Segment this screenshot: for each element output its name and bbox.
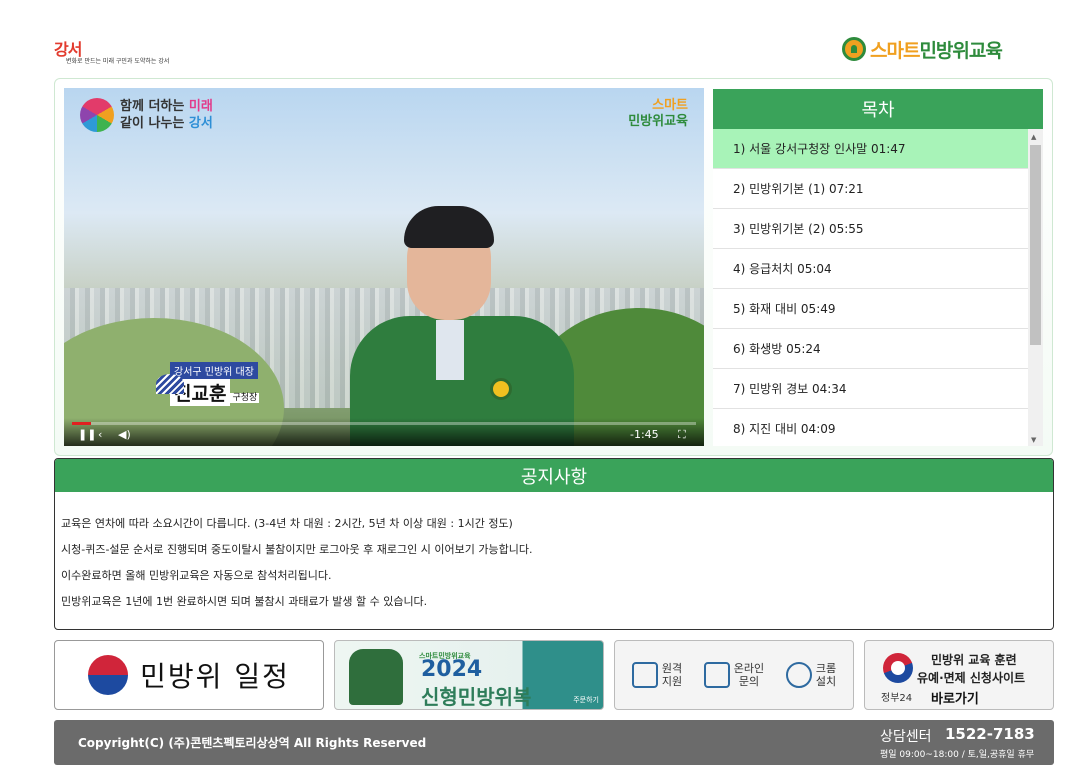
government-emblem-icon [883,653,913,683]
uniform-banner-name: 신형민방위복 [421,685,532,709]
scroll-down-icon[interactable]: ▼ [1031,436,1036,444]
call-center-label: 상담센터 [880,729,932,745]
support-banner: 원격 지원 온라인 문의 크롬 설치 [614,640,854,710]
toc-item[interactable]: 1) 서울 강서구청장 인사말 01:47 [713,129,1028,169]
new-uniform-banner[interactable]: 스마트민방위교육 2024 신형민방위복 주문하기 [334,640,604,710]
chrome-install-button[interactable]: 크롬 설치 [785,662,837,688]
speaker-title: 구청장 [230,393,260,403]
speaker-role: 강서구 민방위 대장 [170,362,258,379]
gov24-brand: 정부24 [881,693,913,704]
speaker-lower-third: 강서구 민방위 대장 진교훈 구청장 [156,360,260,406]
remote-support-button[interactable]: 원격 지원 [631,662,683,688]
uniform-jacket-icon [349,649,403,705]
gangseo-flower-icon [80,98,114,132]
time-remaining: -1:45 [630,428,659,441]
toc-item[interactable]: 3) 민방위기본 (2) 05:55 [713,209,1028,249]
notice-line: 교육은 연차에 따라 소요시간이 다릅니다. (3-4년 차 대원 : 2시간,… [61,517,513,530]
volume-icon[interactable]: ◀) [118,428,131,441]
progress-fill [72,422,91,425]
previous-icon[interactable]: ‹ [98,428,102,441]
progress-bar[interactable] [72,422,696,425]
toc-item[interactable]: 2) 민방위기본 (1) 07:21 [713,169,1028,209]
remote-support-label: 원격 지원 [661,662,683,688]
overlay-slogan-2-accent: 강서 [188,116,213,131]
footer: Copyright(C) (주)콘텐츠펙토리상상역 All Rights Res… [54,720,1054,765]
gangseo-tagline: 변화로 만드는 미래 구민과 도약하는 강서 [66,58,170,65]
uniform-badge-icon [490,378,512,400]
logo-text-civil-defense: 민방위교육 [919,39,1002,62]
civil-defense-emblem-icon [842,37,866,61]
copyright-text: Copyright(C) (주)콘텐츠펙토리상상역 All Rights Res… [78,736,427,750]
schedule-banner-label: 민방위 일정 [140,660,290,693]
overlay-logo-line1: 스마트 [652,98,688,113]
chrome-icon [785,662,812,688]
online-inquiry-button[interactable]: 온라인 문의 [703,662,765,688]
gov24-banner[interactable]: 정부24 민방위 교육 훈련 유예·면제 신청사이트 바로가기 [864,640,1054,710]
gov-banner-line2: 유예·면제 신청사이트 [917,671,1026,685]
toc-item[interactable]: 5) 화재 대비 05:49 [713,289,1028,329]
scroll-thumb[interactable] [1030,145,1041,345]
call-center-phone: 1522-7183 [945,725,1035,743]
gov-banner-shortcut: 바로가기 [931,692,979,707]
overlay-slogan-1: 함께 더하는 [120,99,189,114]
remote-support-icon [631,662,658,688]
smart-civil-defense-logo[interactable]: 스마트 민방위교육 [842,34,1003,64]
logo-text-smart: 스마트 [870,39,920,62]
overlay-slogan-1-accent: 미래 [188,99,213,114]
fullscreen-icon[interactable]: ⛶ [678,428,686,442]
video-overlay-smart-logo: 스마트 민방위교육 [628,98,688,130]
pause-button[interactable]: ❚❚ [78,428,96,441]
chrome-install-label: 크롬 설치 [815,662,837,688]
toc-scrollbar[interactable]: ▲ ▼ [1028,129,1043,446]
gov-banner-line1: 민방위 교육 훈련 [931,653,1017,667]
speaker-collar [436,320,464,380]
gangseo-logo-mark: 강서 [54,40,82,59]
uniform-order-link[interactable]: 주문하기 [573,695,599,705]
toc-item[interactable]: 4) 응급처치 05:04 [713,249,1028,289]
uniform-banner-year: 2024 [421,657,483,682]
speaker-hair [404,206,494,248]
scroll-up-icon[interactable]: ▲ [1031,133,1036,141]
overlay-logo-line2: 민방위교육 [628,114,688,129]
civil-defense-schedule-banner[interactable]: 민방위 일정 [54,640,324,710]
online-inquiry-label: 온라인 문의 [733,662,765,688]
gangseo-mark-icon [156,374,184,394]
gangseo-logo[interactable]: 강서 변화로 만드는 미래 구민과 도약하는 강서 [54,36,169,76]
video-overlay-gangseo-logo: 함께 더하는 미래 같이 나누는 강서 [80,98,213,132]
toc-item[interactable]: 6) 화생방 05:24 [713,329,1028,369]
notice-line: 시청-퀴즈-설문 순서로 진행되며 중도이탈시 불참이지만 로그아웃 후 재로그… [61,543,533,556]
toc-title: 목차 [713,89,1043,129]
notice-title: 공지사항 [55,459,1053,492]
notice-line: 이수완료하면 올해 민방위교육은 자동으로 참석처리됩니다. [61,569,332,582]
toc-item[interactable]: 7) 민방위 경보 04:34 [713,369,1028,409]
notice-panel: 공지사항 교육은 연차에 따라 소요시간이 다릅니다. (3-4년 차 대원 :… [54,458,1054,630]
toc-item[interactable]: 8) 지진 대비 04:09 [713,409,1028,446]
notice-body: 교육은 연차에 따라 소요시간이 다릅니다. (3-4년 차 대원 : 2시간,… [55,492,1053,620]
video-controls: ❚❚ ‹ ◀) -1:45 ⛶ [64,418,704,446]
video-player[interactable]: 함께 더하는 미래 같이 나누는 강서 스마트 민방위교육 강서구 민방위 대장… [64,88,704,446]
notice-line: 민방위교육은 1년에 1번 완료하시면 되며 불참시 과태료가 발생 할 수 있… [61,595,428,608]
taegukgi-icon [88,655,129,695]
call-center-hours: 평일 09:00~18:00 / 토,일,공휴일 휴무 [880,750,1035,760]
online-inquiry-icon [703,662,730,688]
toc-list: 1) 서울 강서구청장 인사말 01:47 2) 민방위기본 (1) 07:21 3… [713,129,1028,446]
overlay-slogan-2: 같이 나누는 [120,116,189,131]
